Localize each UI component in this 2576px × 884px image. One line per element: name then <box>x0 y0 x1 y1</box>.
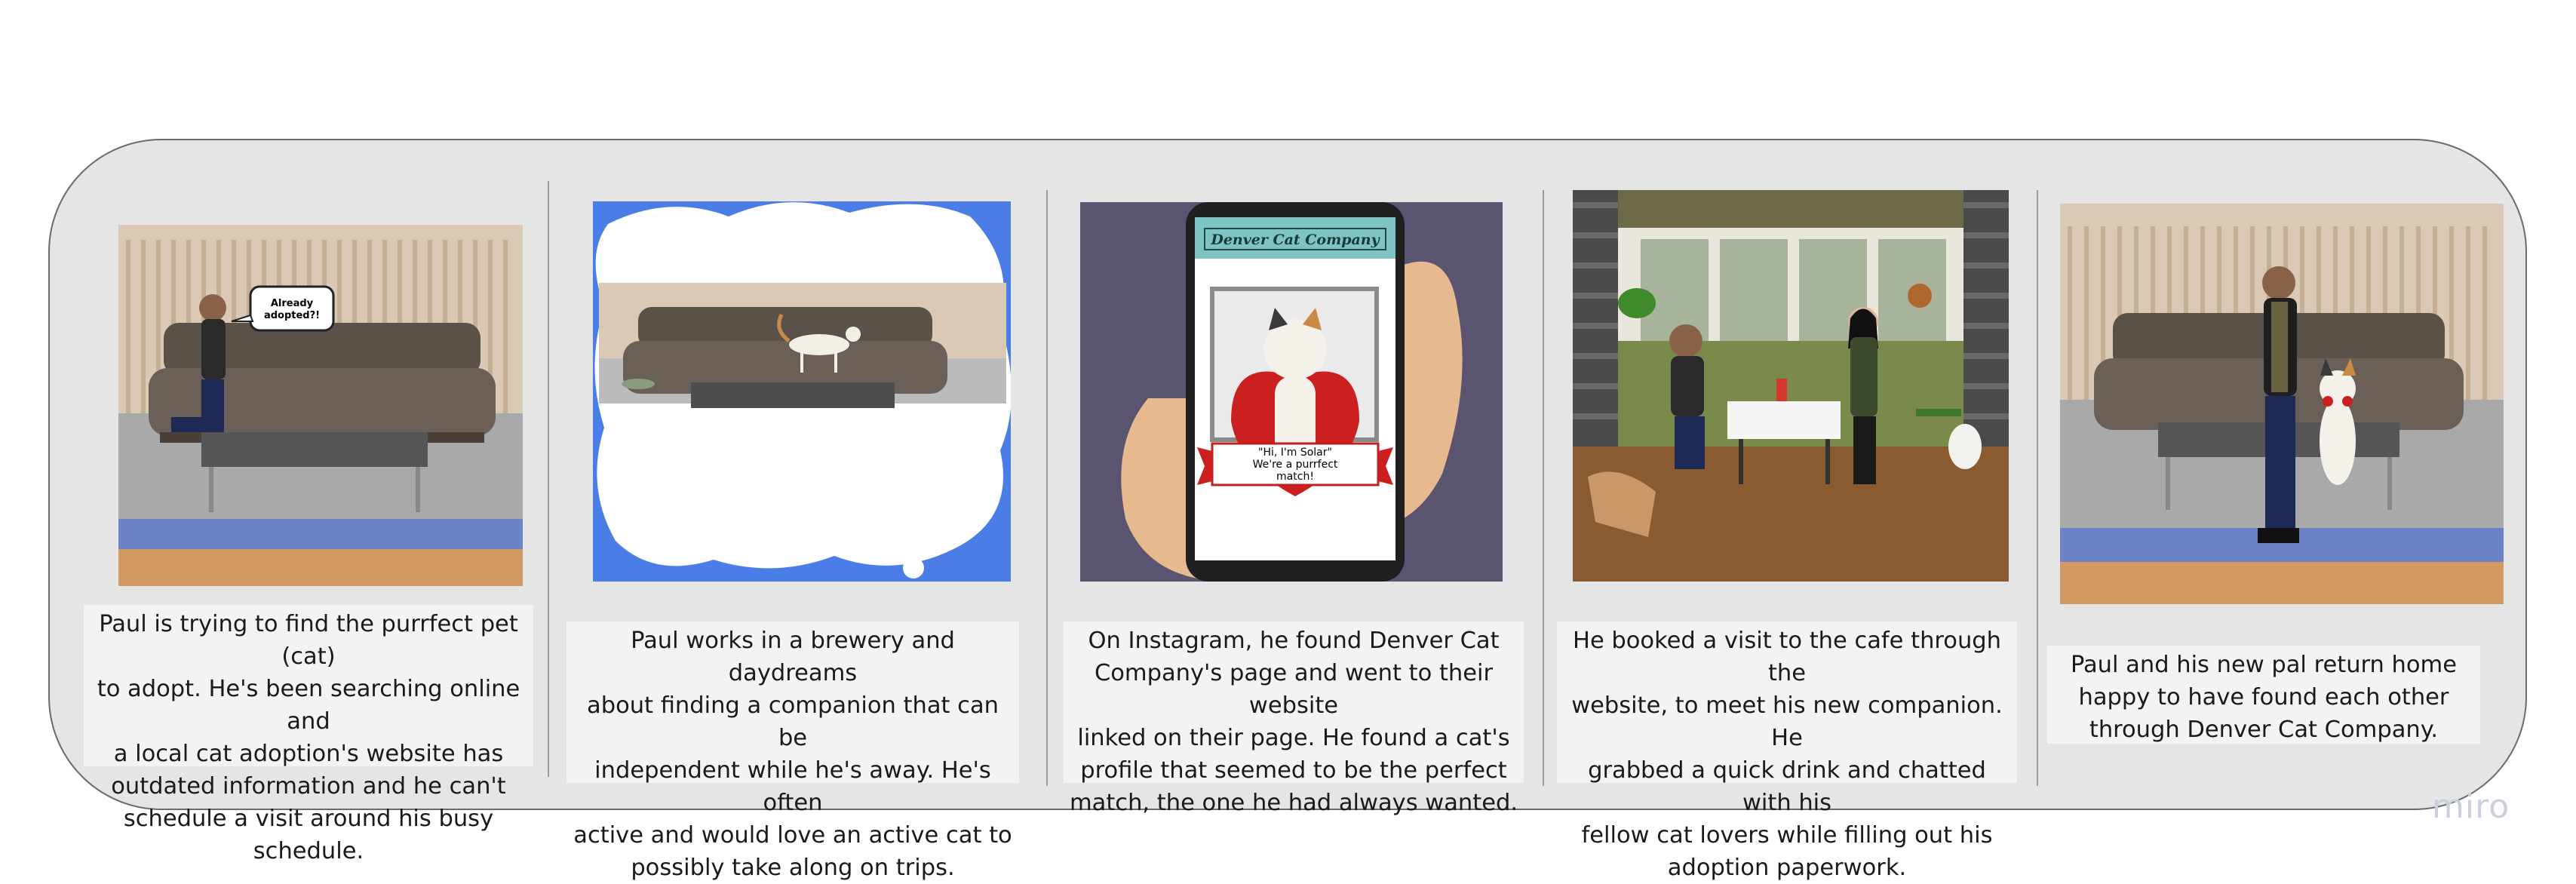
panel-3-caption: On Instagram, he found Denver Cat Compan… <box>1064 622 1524 816</box>
panel-4-illustration <box>1573 190 2009 582</box>
panel-3-illustration: Denver Cat Company "Hi, I'm Solar" We're… <box>1080 202 1503 582</box>
panel-divider <box>1543 190 1544 786</box>
banner-line-2: We're a purrfect <box>1253 459 1338 471</box>
panel-divider <box>2037 190 2038 786</box>
banner-line-1: "Hi, I'm Solar" <box>1258 447 1332 459</box>
panel-1-caption: Paul is trying to find the purrfect pet … <box>84 605 533 864</box>
panel-2-caption: Paul works in a brewery and daydreams ab… <box>566 622 1019 881</box>
banner-line-3: match! <box>1276 471 1314 483</box>
panel-divider <box>548 181 549 777</box>
phone-header-text: Denver Cat Company <box>1210 232 1380 248</box>
panel-2-illustration <box>593 201 1011 582</box>
panel-5-caption: Paul and his new pal return home happy t… <box>2047 646 2480 744</box>
panel-divider <box>1046 190 1048 786</box>
miro-watermark: miro <box>2432 787 2510 826</box>
speech-bubble-text: Already <box>271 298 314 309</box>
panel-4-caption: He booked a visit to the cafe through th… <box>1557 622 2017 881</box>
svg-text:adopted?!: adopted?! <box>264 310 320 321</box>
panel-1-illustration: Already adopted?! <box>118 225 523 586</box>
panel-5-illustration <box>2060 204 2504 604</box>
